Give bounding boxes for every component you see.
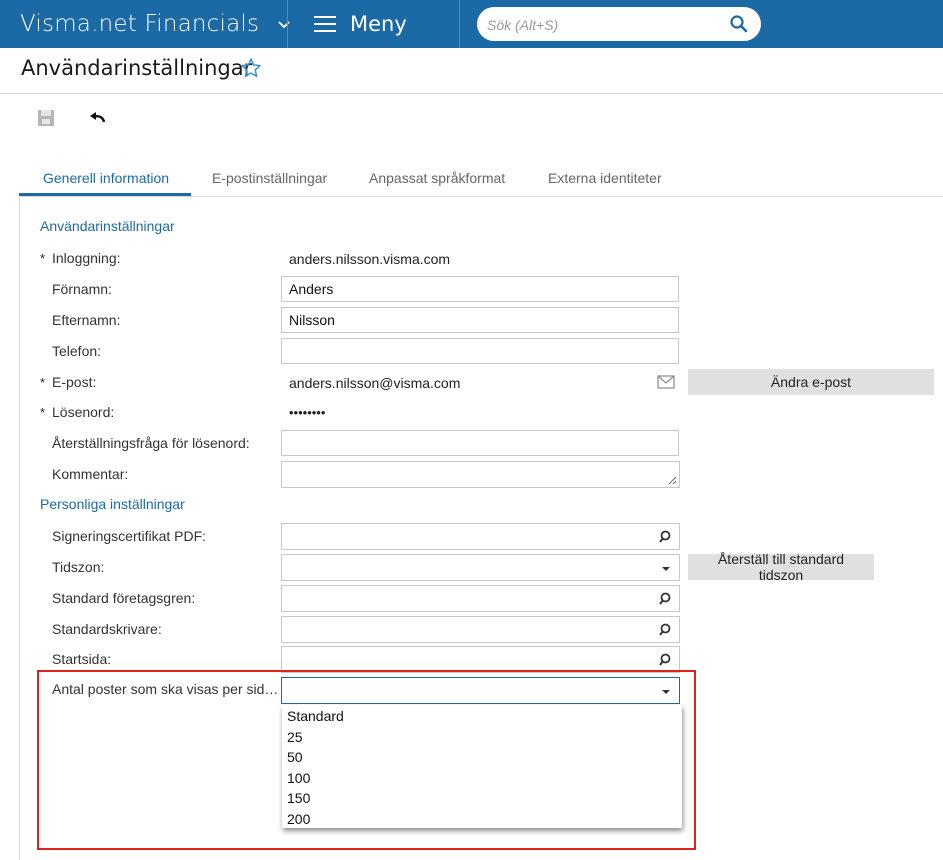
- option-100[interactable]: 100: [287, 770, 310, 786]
- default-branch-selector[interactable]: [281, 585, 680, 612]
- page-title: Användarinställningar: [21, 56, 253, 80]
- comment-textarea[interactable]: [281, 461, 680, 488]
- search-input[interactable]: [485, 7, 719, 43]
- timezone-select[interactable]: [281, 554, 680, 581]
- app-switcher[interactable]: Visma.net Financials: [20, 0, 291, 48]
- rows-per-page-dropdown: Standard 25 50 100 150 200: [282, 705, 682, 828]
- hamburger-icon: [314, 16, 336, 32]
- favorite-star-icon[interactable]: [240, 57, 262, 79]
- search-icon[interactable]: [659, 653, 673, 667]
- start-page-label: Startsida:: [52, 651, 112, 667]
- tab-external-identities[interactable]: Externa identiteter: [548, 170, 662, 186]
- search-icon[interactable]: [659, 592, 673, 606]
- divider: [459, 0, 460, 48]
- reset-question-label: Återställningsfråga för lösenord:: [52, 435, 250, 451]
- default-printer-selector[interactable]: [281, 616, 680, 643]
- start-page-selector[interactable]: [281, 646, 680, 673]
- email-value: anders.nilsson@visma.com: [289, 375, 461, 391]
- resize-handle-icon[interactable]: [667, 475, 677, 485]
- timezone-label: Tidszon:: [52, 559, 105, 575]
- lastname-input[interactable]: [281, 307, 679, 333]
- app-title: Visma.net Financials: [20, 11, 260, 37]
- reset-timezone-button[interactable]: Återställ till standard tidszon: [688, 551, 874, 583]
- search-icon[interactable]: [729, 14, 749, 34]
- phone-input[interactable]: [281, 338, 679, 364]
- option-150[interactable]: 150: [287, 790, 310, 806]
- email-label: E-post:: [52, 374, 97, 390]
- rows-per-page-select[interactable]: [281, 677, 680, 704]
- menu-button[interactable]: Meny: [314, 0, 407, 48]
- lastname-label: Efternamn:: [52, 312, 121, 328]
- phone-label: Telefon:: [52, 343, 102, 359]
- option-200[interactable]: 200: [287, 811, 310, 827]
- firstname-input[interactable]: [281, 276, 679, 302]
- option-25[interactable]: 25: [287, 729, 303, 745]
- menu-label: Meny: [350, 12, 407, 36]
- undo-icon[interactable]: [88, 108, 108, 128]
- default-printer-label: Standardskrivare:: [52, 621, 162, 637]
- reset-question-input[interactable]: [281, 430, 679, 456]
- option-standard[interactable]: Standard: [287, 708, 344, 724]
- tab-email-settings[interactable]: E-postinställningar: [212, 170, 327, 186]
- sign-cert-label: Signeringscertifikat PDF:: [52, 528, 207, 544]
- save-icon[interactable]: [36, 108, 56, 128]
- rows-per-page-label: Antal poster som ska visas per sid…: [52, 681, 279, 697]
- login-value: anders.nilsson.visma.com: [289, 251, 451, 267]
- tab-general-information[interactable]: Generell information: [43, 170, 169, 186]
- divider: [0, 93, 943, 94]
- login-label: Inloggning:: [52, 250, 121, 266]
- section-user-settings: Användarinställningar: [40, 218, 175, 234]
- section-personal-settings: Personliga inställningar: [40, 496, 185, 512]
- password-label: Lösenord:: [52, 404, 115, 420]
- comment-label: Kommentar:: [52, 466, 129, 482]
- tab-bar: Generell information E-postinställningar…: [19, 160, 943, 197]
- search-icon[interactable]: [659, 623, 673, 637]
- required-asterisk: *: [40, 405, 46, 420]
- firstname-label: Förnamn:: [52, 281, 112, 297]
- search-icon[interactable]: [659, 530, 673, 544]
- divider: [287, 0, 288, 48]
- option-50[interactable]: 50: [287, 749, 303, 765]
- caret-down-icon: [662, 567, 670, 571]
- tab-custom-language-format[interactable]: Anpassat språkformat: [369, 170, 505, 186]
- caret-down-icon: [662, 690, 670, 694]
- required-asterisk: *: [40, 251, 46, 266]
- sign-cert-selector[interactable]: [281, 523, 680, 550]
- mail-icon[interactable]: [657, 375, 675, 389]
- default-branch-label: Standard företagsgren:: [52, 590, 196, 606]
- search-box: [477, 7, 761, 43]
- change-email-button[interactable]: Ändra e-post: [688, 369, 934, 395]
- top-bar: Visma.net Financials Meny: [0, 0, 943, 48]
- password-value: ••••••••: [289, 405, 326, 420]
- chevron-down-icon: [278, 21, 290, 29]
- required-asterisk: *: [40, 375, 46, 390]
